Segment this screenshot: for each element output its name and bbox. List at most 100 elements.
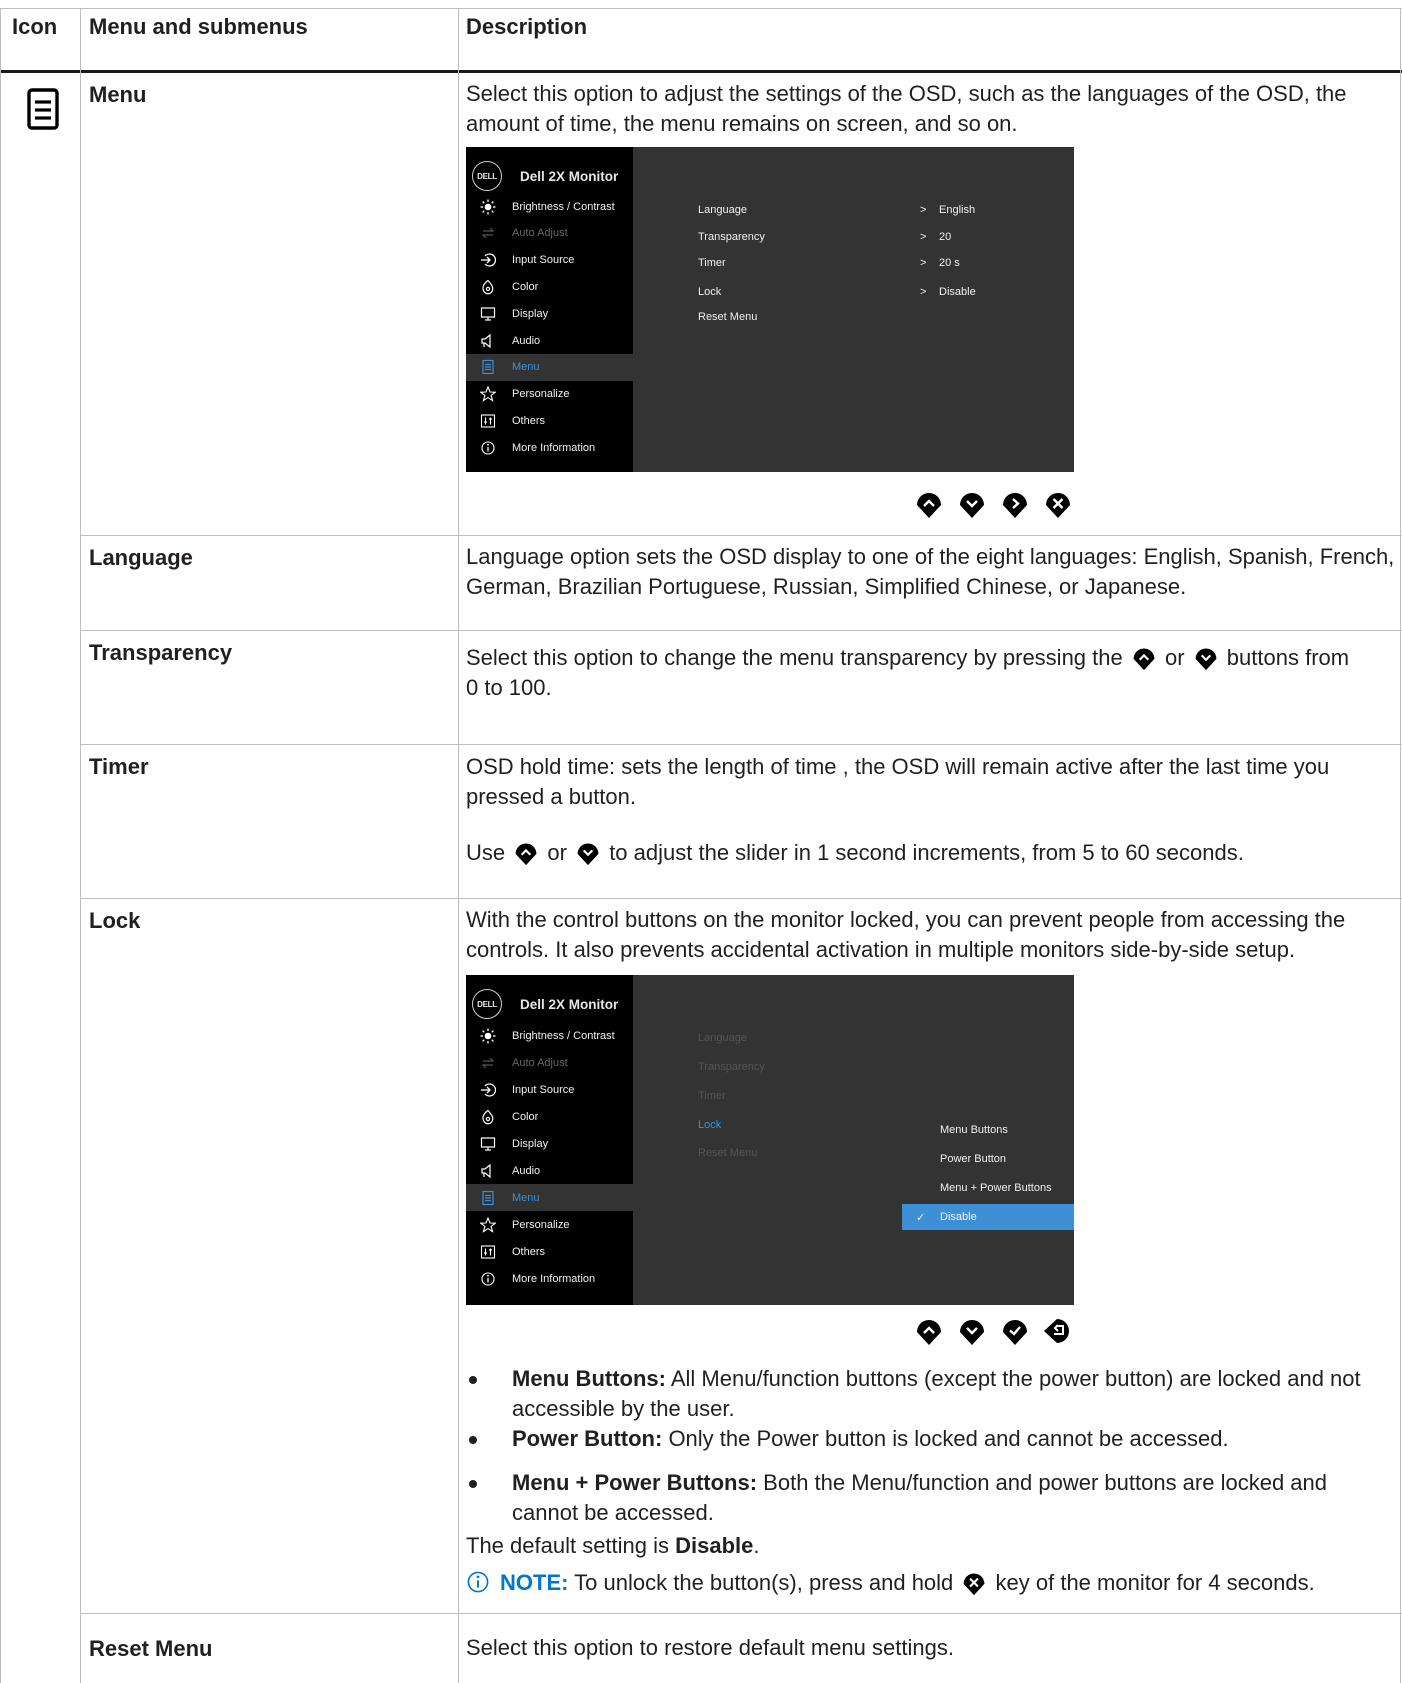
osd-sidebar-item[interactable]: More Information xyxy=(466,1265,633,1292)
timer-or: or xyxy=(547,840,567,865)
osd-sidebar-item[interactable]: More Information xyxy=(466,434,633,461)
table-left-border xyxy=(0,8,1,1683)
osd-setting-label[interactable]: Transparency xyxy=(698,231,765,243)
osd-sidebar-item[interactable]: Menu xyxy=(466,1184,633,1211)
lock-bullet-item: Menu Buttons: All Menu/function buttons … xyxy=(512,1364,1392,1424)
osd-sidebar-item[interactable]: Others xyxy=(466,407,633,434)
lock-option[interactable]: Power Button xyxy=(902,1146,1074,1172)
lock-option[interactable]: Menu Buttons xyxy=(902,1117,1074,1143)
down-button-icon xyxy=(575,840,601,866)
up-button-icon[interactable] xyxy=(914,489,944,519)
lock-row-name: Lock xyxy=(89,908,141,933)
lock-option[interactable]: Menu + Power Buttons xyxy=(902,1175,1074,1201)
osd-title: Dell 2X Monitor xyxy=(520,168,619,184)
default-suffix: . xyxy=(753,1533,760,1558)
check-button-icon[interactable] xyxy=(1000,1316,1030,1346)
osd-sidebar-item[interactable]: Brightness / Contrast xyxy=(466,1022,633,1049)
osd-arrow: > xyxy=(920,257,927,269)
info-icon xyxy=(467,1571,489,1593)
note-label: NOTE: xyxy=(500,1570,569,1595)
auto-adjust-icon xyxy=(480,225,496,241)
sun-icon xyxy=(480,1028,496,1044)
osd-sidebar-item[interactable]: Audio xyxy=(466,327,633,354)
osd-sidebar-label: Personalize xyxy=(512,1218,570,1231)
lock-option-label: Power Button xyxy=(940,1153,1007,1165)
menu-list-icon xyxy=(25,87,61,131)
bullet-text: Only the Power button is locked and cann… xyxy=(662,1426,1229,1451)
input-source-icon xyxy=(480,1082,496,1098)
row-divider xyxy=(80,744,1402,745)
menu-list-icon xyxy=(480,1190,496,1206)
osd-screen-lock: DELL Dell 2X Monitor Brightness / Contra… xyxy=(466,975,1074,1305)
lock-note: NOTE: To unlock the button(s), press and… xyxy=(466,1568,1396,1598)
osd-setting-value: Disable xyxy=(939,286,976,298)
others-icon xyxy=(480,413,496,429)
speaker-icon xyxy=(480,333,496,349)
note-text: To unlock the button(s), press and hold xyxy=(568,1570,960,1595)
osd-setting-label[interactable]: Timer xyxy=(698,257,726,269)
osd-sidebar-item[interactable]: Color xyxy=(466,273,633,300)
osd-sidebar-item[interactable]: Personalize xyxy=(466,1211,633,1238)
osd-arrow: > xyxy=(920,286,927,298)
header-icon: Icon xyxy=(12,14,58,39)
row-divider xyxy=(80,1613,1402,1614)
back-button-icon[interactable] xyxy=(1043,1316,1073,1346)
monitor-icon xyxy=(480,1136,496,1152)
osd-sidebar-item[interactable]: Auto Adjust xyxy=(466,220,633,247)
transparency-row-name: Transparency xyxy=(89,640,233,665)
bullet-term: Menu + Power Buttons: xyxy=(512,1470,758,1495)
star-icon xyxy=(480,1216,496,1233)
osd-setting-label[interactable]: Language xyxy=(698,1032,747,1044)
osd-sidebar-label: Display xyxy=(512,307,549,320)
osd-setting-label[interactable]: Transparency xyxy=(698,1061,765,1073)
osd-sidebar-label: Personalize xyxy=(512,388,570,401)
right-button-icon[interactable] xyxy=(1000,489,1030,519)
osd-setting-label[interactable]: Reset Menu xyxy=(698,1147,757,1159)
osd-setting-value: 20 xyxy=(939,231,952,243)
up-button-icon[interactable] xyxy=(914,1316,944,1346)
osd-sidebar-item[interactable]: Input Source xyxy=(466,247,633,274)
timer-row-usage: Use or to adjust the slider in 1 second … xyxy=(466,838,1396,868)
osd-sidebar-label: Auto Adjust xyxy=(512,1056,568,1069)
osd-brand: DELL Dell 2X Monitor xyxy=(472,989,618,1019)
osd-sidebar-item[interactable]: Color xyxy=(466,1103,633,1130)
bullet-dot xyxy=(469,1376,477,1384)
note-text: key of the monitor for 4 seconds. xyxy=(989,1570,1315,1595)
osd-sidebar-item[interactable]: Auto Adjust xyxy=(466,1049,633,1076)
menu-row-name: Menu xyxy=(89,82,147,107)
speaker-icon xyxy=(480,1163,496,1179)
osd-setting-label[interactable]: Language xyxy=(698,204,747,216)
transparency-row-description: Select this option to change the menu tr… xyxy=(466,643,1396,703)
osd-sidebar-item[interactable]: Others xyxy=(466,1238,633,1265)
auto-adjust-icon xyxy=(480,1055,496,1071)
timer-use: Use xyxy=(466,840,506,865)
table-right-border xyxy=(1400,8,1401,1683)
osd-sidebar-item[interactable]: Personalize xyxy=(466,381,633,408)
osd-sidebar-label: Brightness / Contrast xyxy=(512,200,615,213)
lock-default-setting: The default setting is Disable. xyxy=(466,1531,1396,1561)
osd-sidebar-item[interactable]: Menu xyxy=(466,353,633,381)
check-icon: ✓ xyxy=(916,1211,926,1224)
osd-sidebar-label: Menu xyxy=(512,361,540,374)
osd-sidebar-item[interactable]: Display xyxy=(466,1130,633,1157)
osd-setting-label[interactable]: Timer xyxy=(698,1090,726,1102)
osd-sidebar-item[interactable]: Input Source xyxy=(466,1076,633,1103)
osd-setting-value: 20 s xyxy=(939,257,960,269)
osd-sidebar-item[interactable]: Audio xyxy=(466,1157,633,1184)
lock-option[interactable]: ✓ Disable xyxy=(902,1204,1074,1230)
osd-sidebar-item[interactable]: Display xyxy=(466,300,633,327)
lock-option-label: Menu Buttons xyxy=(940,1124,1008,1136)
osd-sidebar-item[interactable]: Brightness / Contrast xyxy=(466,193,633,220)
close-button-icon[interactable] xyxy=(1043,489,1073,519)
down-button-icon[interactable] xyxy=(957,1316,987,1346)
timer-text: to adjust the slider in 1 second increme… xyxy=(609,840,1244,865)
lock-option-label: Menu + Power Buttons xyxy=(940,1182,1052,1194)
timer-row-name: Timer xyxy=(89,754,149,779)
osd-setting-label[interactable]: Lock xyxy=(698,286,721,298)
down-button-icon[interactable] xyxy=(957,489,987,519)
osd-setting-label[interactable]: Lock xyxy=(698,1119,721,1131)
osd-sidebar-label: Audio xyxy=(512,334,541,347)
osd-setting-label[interactable]: Reset Menu xyxy=(698,311,757,323)
osd-title: Dell 2X Monitor xyxy=(520,996,619,1012)
language-row-name: Language xyxy=(89,545,193,570)
